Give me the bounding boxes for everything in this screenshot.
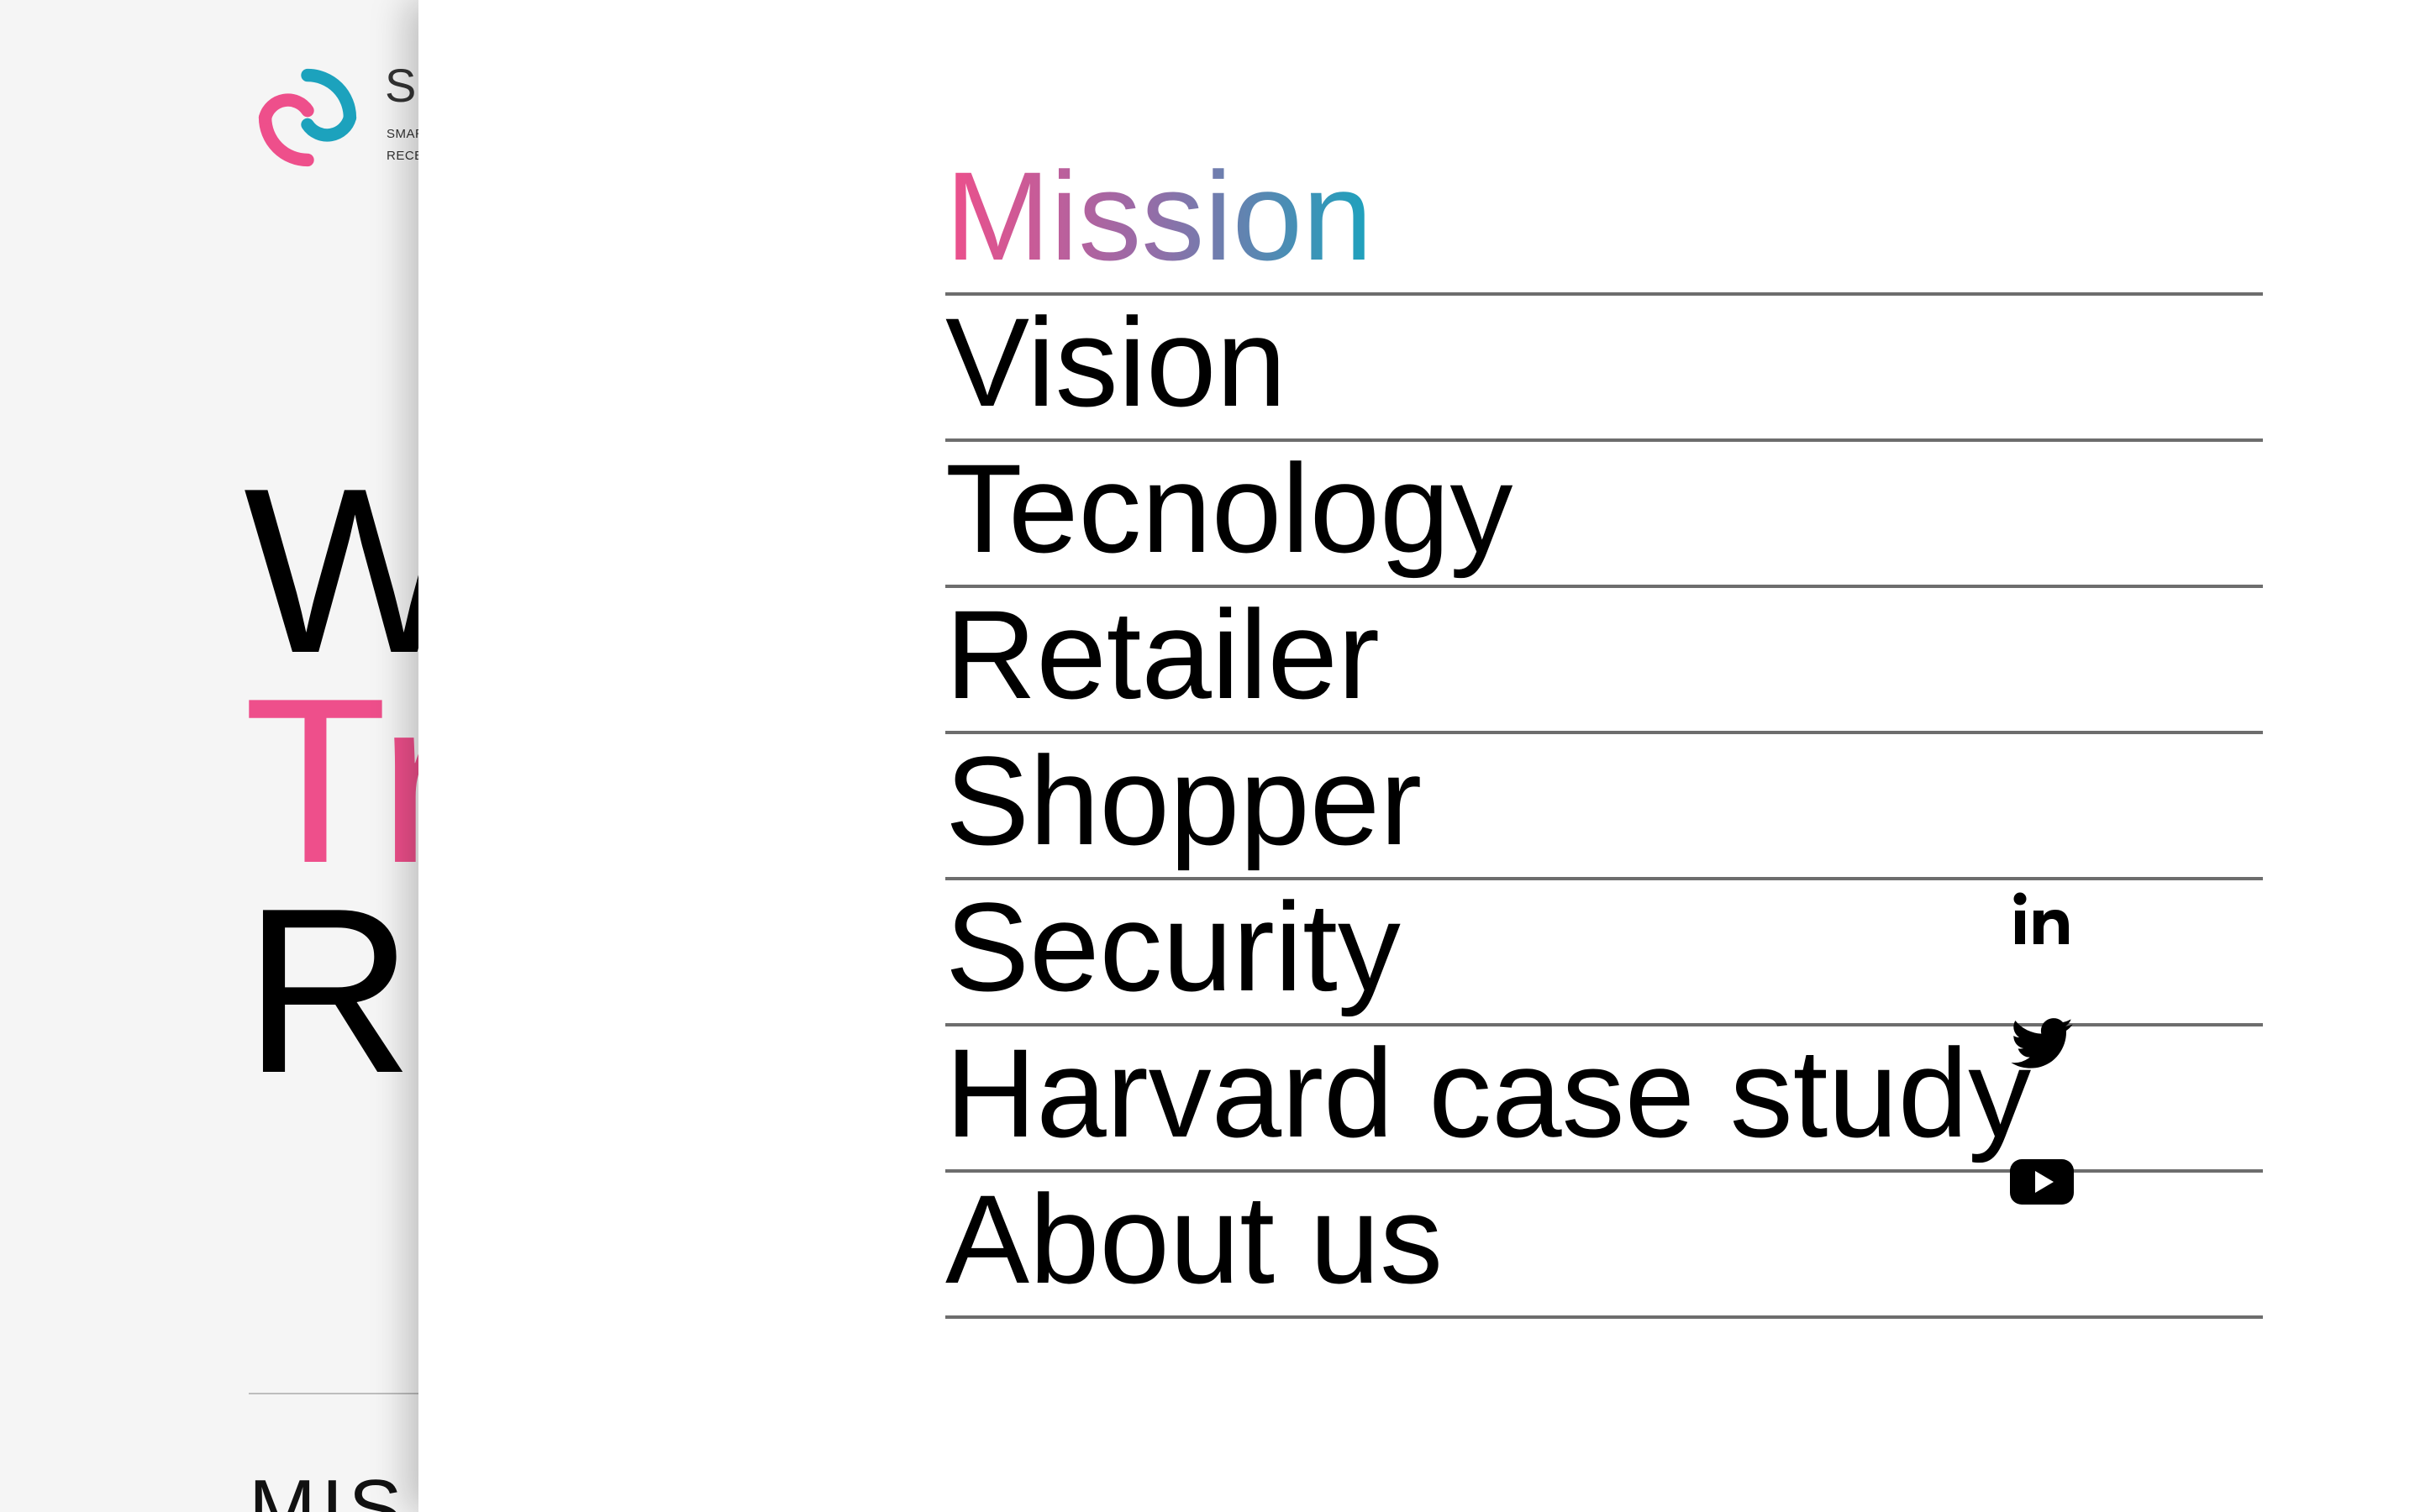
menu-item-label[interactable]: Shopper (945, 738, 1422, 864)
section-heading: MIS (249, 1463, 408, 1512)
menu-item-retailer[interactable]: Retailer (945, 590, 2263, 734)
youtube-icon[interactable] (2008, 1146, 2075, 1213)
menu-overlay: Mission Vision Tecnology Retailer Shoppe… (418, 0, 2420, 1512)
nav-menu: Mission Vision Tecnology Retailer Shoppe… (945, 151, 2263, 1319)
menu-item-tecnology[interactable]: Tecnology (945, 444, 2263, 588)
hero-line-3: R (244, 860, 414, 1122)
menu-item-label[interactable]: About us (945, 1176, 1443, 1302)
menu-item-shopper[interactable]: Shopper (945, 736, 2263, 880)
menu-item-mission[interactable]: Mission (945, 151, 2263, 296)
twitter-icon[interactable] (2008, 1011, 2075, 1079)
close-icon[interactable] (2415, 67, 2420, 126)
menu-item-label[interactable]: Vision (945, 299, 1286, 425)
linkedin-icon[interactable] (2008, 885, 2075, 953)
logo-icon[interactable] (249, 59, 366, 176)
brand-name: S (385, 59, 417, 112)
menu-item-label[interactable]: Mission (945, 153, 1372, 279)
page: S SMAR RECE W Tr R MIS Mission Vision Te… (0, 0, 2420, 1512)
menu-item-label[interactable]: Harvard case study (945, 1030, 2031, 1156)
menu-item-vision[interactable]: Vision (945, 297, 2263, 442)
menu-item-label[interactable]: Retailer (945, 591, 1380, 717)
menu-item-label[interactable]: Security (945, 884, 1401, 1010)
menu-item-label[interactable]: Tecnology (945, 445, 1512, 571)
